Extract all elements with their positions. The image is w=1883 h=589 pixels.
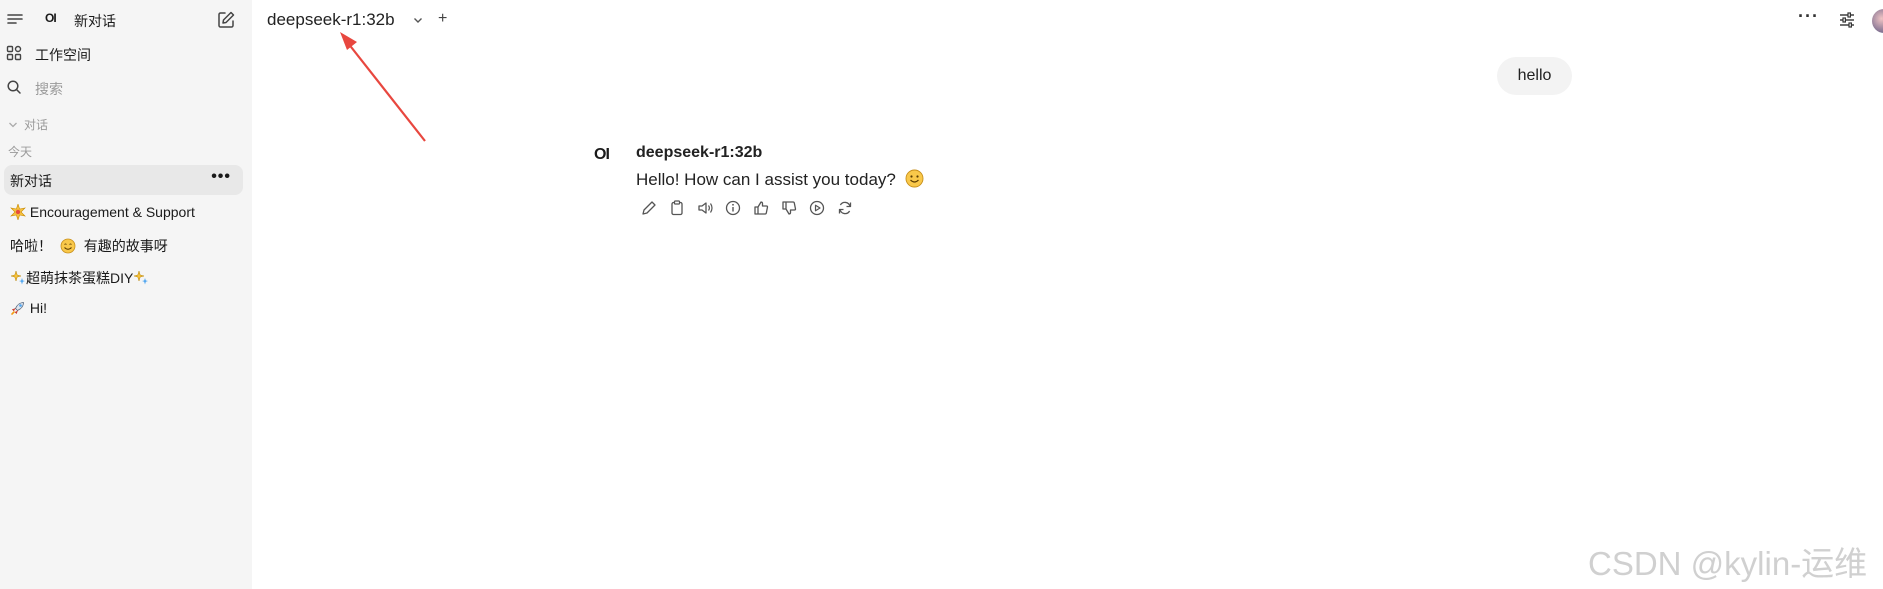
annotation-arrow	[340, 32, 426, 142]
search-placeholder: 搜索	[35, 81, 63, 97]
chat-title-wrap: 哈啦！ 有趣的故事呀	[10, 236, 168, 256]
thumbs-up-icon[interactable]	[752, 199, 770, 217]
search-icon	[7, 80, 21, 94]
assistant-avatar: OI	[594, 146, 610, 163]
chat-title: Hi!	[29, 300, 48, 316]
info-icon[interactable]	[724, 199, 742, 217]
sidebar-item-label: 工作空间	[35, 47, 91, 63]
section-title: 对话	[24, 118, 49, 132]
play-icon[interactable]	[808, 199, 826, 217]
chat-title: 新对话	[10, 173, 52, 189]
settings-sliders-icon[interactable]	[1838, 12, 1856, 28]
chat-item[interactable]: Encouragement & Support	[4, 198, 243, 228]
user-avatar[interactable]	[1872, 9, 1883, 33]
sparkles-stars-icon	[10, 270, 25, 285]
app-window: OI 新对话 工作空间 搜索 对话 今天 新对话 ••• Encourageme…	[0, 0, 1883, 589]
assistant-message-text: Hello! How can I assist you today?	[636, 170, 896, 189]
chat-item[interactable]: Hi!	[4, 294, 243, 324]
more-options-icon[interactable]: ···	[1798, 6, 1819, 27]
chat-title: 有趣的故事呀	[83, 238, 168, 254]
sidebar: OI 新对话 工作空间 搜索 对话 今天 新对话 ••• Encourageme…	[0, 0, 252, 589]
section-toggle-chats[interactable]: 对话	[8, 116, 48, 133]
rocket-icon	[11, 302, 24, 315]
more-options-icon[interactable]: •••	[211, 168, 231, 186]
sidebar-search[interactable]: 搜索	[0, 73, 252, 101]
compose-icon[interactable]	[216, 10, 236, 30]
smiling-face-icon	[60, 238, 76, 254]
chat-title-wrap: 超萌抹茶蛋糕DIY	[10, 268, 149, 288]
chat-item-active[interactable]: 新对话 •••	[4, 165, 243, 195]
add-model-button[interactable]: +	[438, 10, 447, 28]
grid-icon	[6, 45, 22, 61]
date-group-label: 今天	[8, 145, 33, 159]
user-message-bubble: hello	[1497, 57, 1572, 95]
assistant-name: deepseek-r1:32b	[636, 144, 763, 161]
chevron-down-icon[interactable]	[412, 14, 424, 26]
edit-icon[interactable]	[640, 199, 658, 217]
chat-title-prefix: 哈啦！	[10, 238, 52, 254]
chat-title-wrap: Hi!	[10, 300, 47, 316]
chat-item[interactable]: 哈啦！ 有趣的故事呀	[4, 230, 243, 260]
copy-icon[interactable]	[668, 199, 686, 217]
sidebar-item-workspace[interactable]: 工作空间	[0, 39, 252, 67]
sidebar-header: OI 新对话	[0, 0, 252, 40]
app-logo: OI	[45, 11, 57, 25]
chat-title: Encouragement & Support	[29, 204, 195, 220]
menu-icon[interactable]	[6, 11, 24, 27]
regenerate-icon[interactable]	[836, 199, 854, 217]
new-chat-link[interactable]: 新对话	[74, 11, 116, 31]
chat-item[interactable]: 超萌抹茶蛋糕DIY	[4, 262, 243, 292]
watermark: CSDN @kylin-运维	[1588, 545, 1868, 582]
sparkle-burst-icon	[10, 204, 26, 220]
model-selector[interactable]: deepseek-r1:32b	[267, 10, 395, 30]
assistant-message: Hello! How can I assist you today?	[636, 169, 924, 190]
top-bar: deepseek-r1:32b + ···	[252, 0, 1883, 40]
sparkles-stars-icon	[133, 270, 149, 285]
chat-title-wrap: Encouragement & Support	[10, 204, 195, 220]
speaker-icon[interactable]	[696, 199, 714, 217]
chat-title: 超萌抹茶蛋糕DIY	[26, 270, 134, 286]
smiling-face-icon	[905, 169, 924, 188]
thumbs-down-icon[interactable]	[780, 199, 798, 217]
chevron-down-icon	[8, 118, 18, 132]
